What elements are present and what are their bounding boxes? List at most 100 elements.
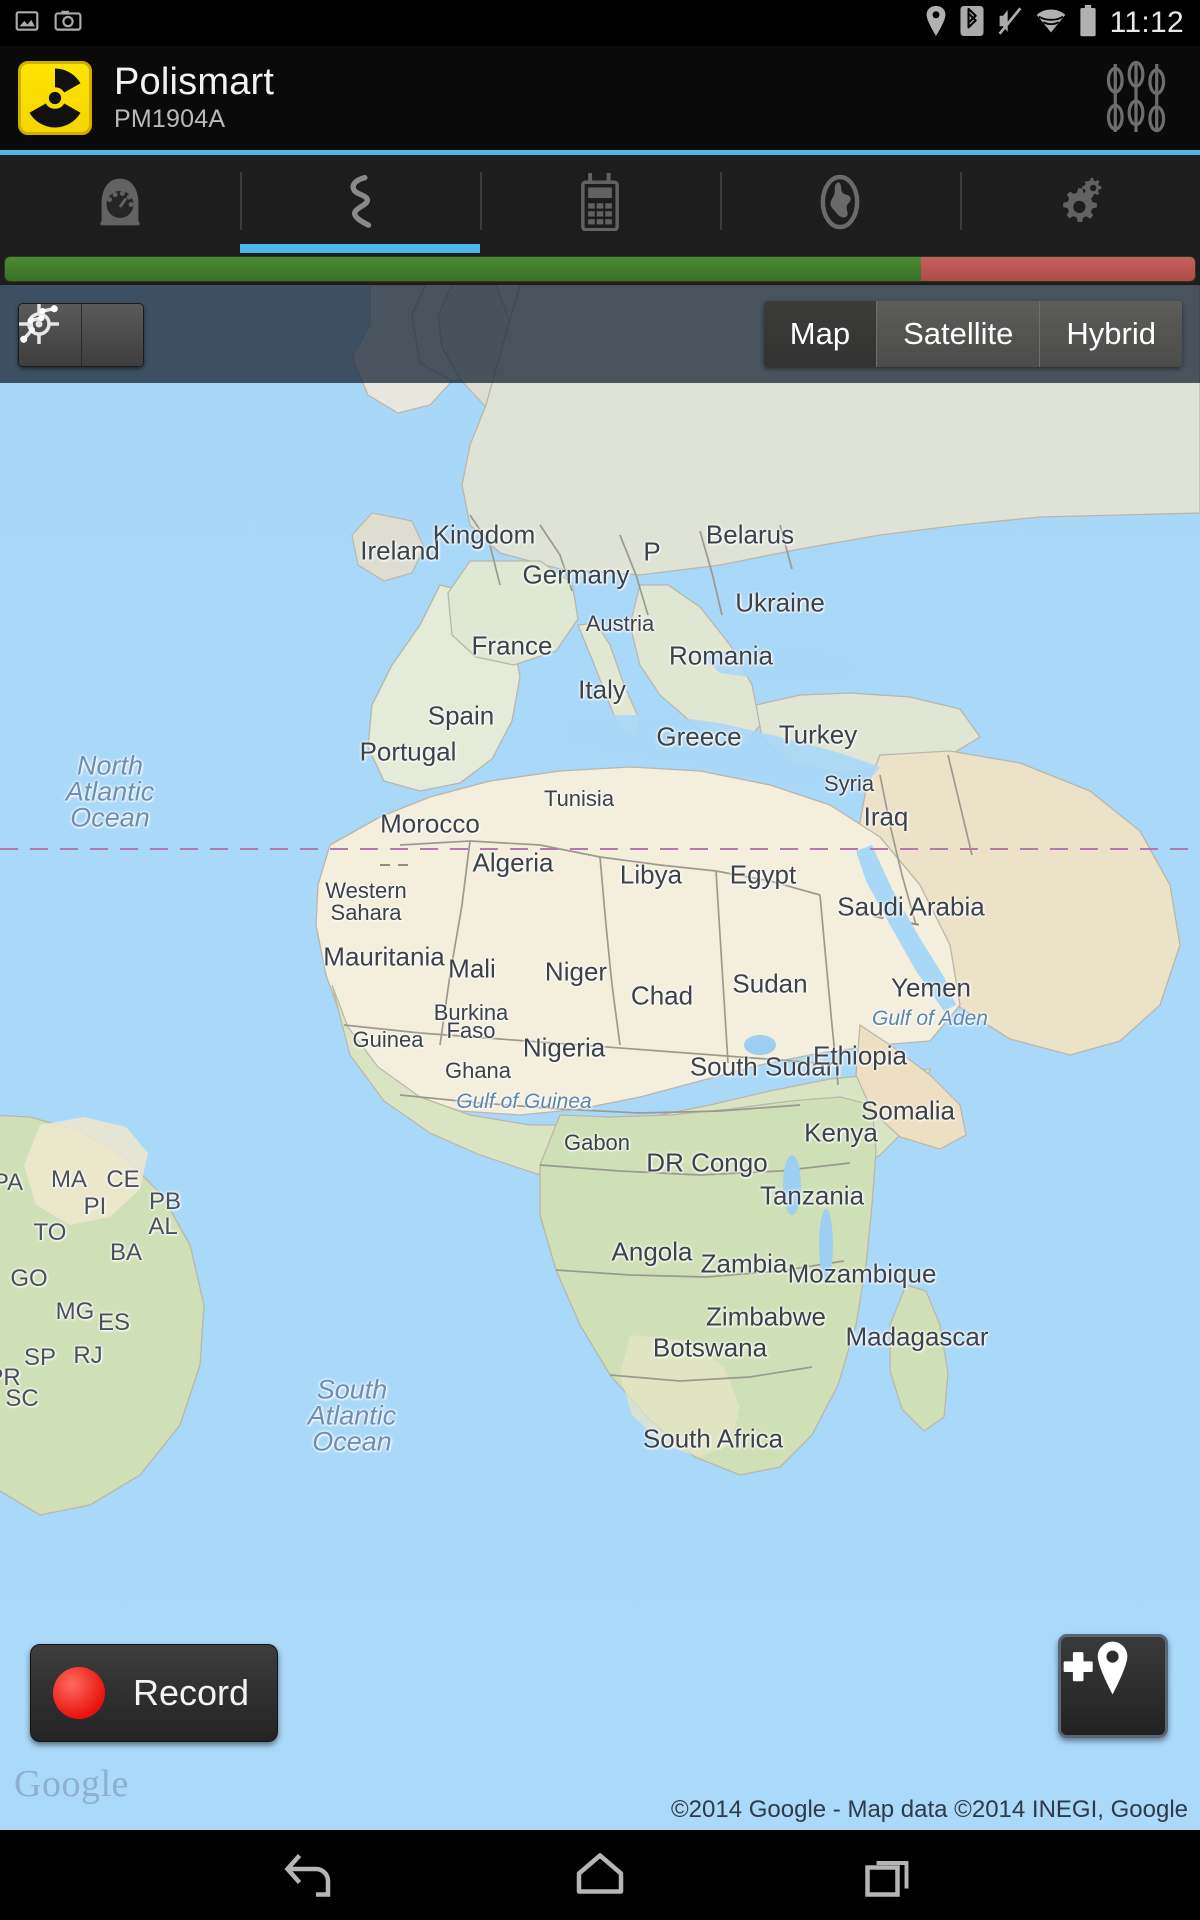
sidebar-item-settings[interactable]	[960, 155, 1200, 253]
status-bar-clock: 11:12	[1109, 6, 1184, 39]
map-label: TO	[33, 1219, 67, 1246]
map-label: Ocean	[70, 802, 150, 833]
map-label: Kenya	[804, 1117, 878, 1148]
home-icon[interactable]	[545, 1840, 655, 1910]
map-label: Mauritania	[323, 941, 445, 972]
add-marker-button[interactable]	[1058, 1634, 1168, 1738]
map-label: Ethiopia	[813, 1040, 907, 1071]
map-label: ES	[97, 1309, 131, 1336]
map-label: Zimbabwe	[706, 1301, 826, 1332]
map-label: Ireland	[360, 535, 440, 566]
map-label: France	[471, 630, 553, 661]
map-control-group	[18, 303, 144, 367]
map-view[interactable]: Kingdom Ireland Belarus Germany P Ukraine Fran…	[0, 285, 1200, 1830]
dose-scale-bar	[4, 256, 1196, 282]
bluetooth-icon	[960, 5, 984, 41]
image-icon	[14, 8, 40, 39]
show-track-button[interactable]	[20, 304, 143, 366]
map-label: Gabon	[563, 1130, 631, 1155]
map-label: RJ	[73, 1342, 103, 1369]
app-title: Polismart	[114, 61, 275, 104]
map-label: Ocean	[312, 1426, 392, 1457]
map-label: MG	[55, 1298, 95, 1325]
map-label: Italy	[578, 674, 626, 705]
map-label: PA	[0, 1169, 24, 1196]
map-label: DR Congo	[646, 1147, 768, 1178]
map-label: Spain	[427, 700, 495, 731]
app-action-bar: Polismart PM1904A	[0, 46, 1200, 150]
map-label: Nigeria	[522, 1032, 606, 1063]
map-label: Yemen	[891, 972, 971, 1003]
battery-icon	[1079, 4, 1097, 42]
android-screen: 11:12 Polismart PM1904A Kingdom Ireland …	[0, 0, 1200, 1920]
map-label: Greece	[656, 721, 742, 752]
map-label: SC	[5, 1385, 39, 1412]
map-label: Ghana	[444, 1058, 512, 1083]
map-label: Portugal	[359, 736, 457, 767]
sidebar-item-device[interactable]	[480, 155, 720, 253]
app-titles: Polismart PM1904A	[114, 61, 275, 134]
map-label: Faso	[446, 1018, 496, 1043]
status-bar: 11:12	[0, 0, 1200, 46]
track-icon	[335, 174, 385, 235]
wifi-icon	[1036, 8, 1066, 39]
map-label: AL	[148, 1213, 178, 1240]
map-label: Germany	[522, 559, 630, 590]
radiation-trefoil	[21, 64, 89, 132]
dose-scale-green-segment	[5, 257, 922, 281]
map-label: Libya	[619, 859, 683, 890]
status-bar-left-icons	[0, 8, 82, 39]
dose-scale-bar-container	[0, 253, 1200, 285]
map-label: Zambia	[700, 1248, 788, 1279]
map-type-map[interactable]: Map	[763, 301, 878, 367]
map-label: Belarus	[705, 519, 795, 550]
map-label: Niger	[544, 956, 608, 987]
map-label: Saudi Arabia	[837, 891, 985, 922]
sidebar-item-map[interactable]	[240, 155, 480, 253]
map-type-switcher: Map Satellite Hybrid	[763, 301, 1182, 367]
map-label: Egypt	[729, 859, 797, 890]
map-label: Turkey	[778, 719, 858, 750]
map-label: Angola	[611, 1236, 693, 1267]
record-button[interactable]: Record	[30, 1644, 278, 1742]
map-label: Algeria	[472, 847, 554, 878]
back-icon[interactable]	[255, 1840, 365, 1910]
tab-bar	[0, 155, 1200, 253]
map-label: Mozambique	[787, 1258, 937, 1289]
map-label: PB	[148, 1188, 182, 1215]
sliders-icon[interactable]	[1098, 60, 1174, 136]
map-label: Chad	[630, 980, 694, 1011]
map-label: Ukraine	[735, 587, 825, 618]
status-bar-right-icons: 11:12	[925, 4, 1200, 42]
map-label: Tunisia	[543, 786, 615, 811]
map-label: Iraq	[863, 801, 909, 832]
map-label: Sudan	[732, 968, 808, 999]
app-subtitle: PM1904A	[114, 105, 226, 134]
location-icon	[925, 5, 947, 41]
sidebar-item-measurement[interactable]	[0, 155, 240, 253]
map-type-satellite[interactable]: Satellite	[877, 301, 1041, 367]
map-label: Morocco	[380, 808, 480, 839]
gears-icon	[1053, 175, 1107, 234]
map-label: GO	[10, 1265, 48, 1292]
map-label: Sahara	[330, 900, 402, 925]
map-label: P	[643, 536, 661, 567]
map-label: Gulf of Guinea	[456, 1090, 592, 1113]
record-button-label: Record	[133, 1672, 250, 1713]
map-label: Romania	[668, 640, 774, 671]
map-label: Gulf of Aden	[872, 1007, 988, 1030]
map-label: PI	[83, 1193, 107, 1220]
map-label: MA	[51, 1166, 87, 1193]
gauge-icon	[93, 175, 147, 234]
radiation-icon	[18, 61, 92, 135]
map-attribution-text: ©2014 Google - Map data ©2014 INEGI, Goo…	[670, 1796, 1188, 1823]
map-label: CE	[106, 1166, 140, 1193]
map-label: Guinea	[352, 1027, 424, 1052]
map-label: Mali	[448, 953, 496, 984]
recents-icon[interactable]	[835, 1840, 945, 1910]
globe-icon	[817, 173, 863, 236]
camera-icon	[54, 8, 82, 39]
map-type-hybrid[interactable]: Hybrid	[1040, 301, 1182, 367]
sidebar-item-world[interactable]	[720, 155, 960, 253]
device-icon	[576, 172, 624, 236]
